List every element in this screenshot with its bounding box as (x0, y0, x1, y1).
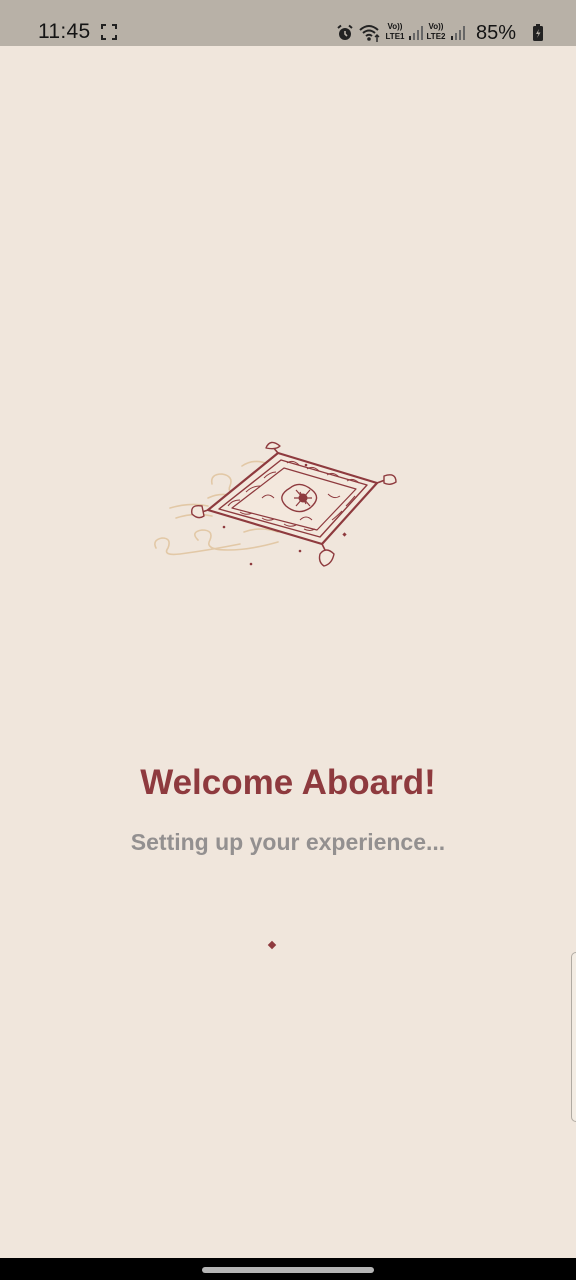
loading-subtitle: Setting up your experience... (130, 829, 446, 855)
signal-icon (409, 26, 423, 40)
welcome-title: Welcome Aboard! (140, 763, 436, 802)
splash-screen: 11:45 Vo)) LTE1 Vo)) LTE2 85% Welcome Ab… (0, 0, 576, 1280)
loading-indicator (267, 940, 277, 950)
screenshot-icon (101, 24, 117, 40)
sim2-label-bottom: LTE2 (426, 32, 446, 41)
sim1-label-top: Vo)) (387, 22, 403, 31)
home-gesture-handle[interactable] (202, 1267, 374, 1273)
alarm-icon (337, 24, 353, 40)
wifi-icon (359, 25, 380, 42)
navigation-bar (0, 1258, 576, 1280)
edge-panel-handle[interactable] (571, 952, 576, 1122)
flying-carpet-icon (154, 441, 397, 567)
sim2-label-top: Vo)) (428, 22, 444, 31)
sim1-label-bottom: LTE1 (385, 32, 405, 41)
signal-icon (451, 26, 465, 40)
battery-percent: 85% (476, 22, 517, 44)
battery-icon (533, 24, 543, 41)
status-icons: Vo)) LTE1 Vo)) LTE2 85% (326, 18, 576, 46)
status-time: 11:45 (38, 20, 91, 43)
status-bar: 11:45 Vo)) LTE1 Vo)) LTE2 85% (0, 0, 576, 46)
